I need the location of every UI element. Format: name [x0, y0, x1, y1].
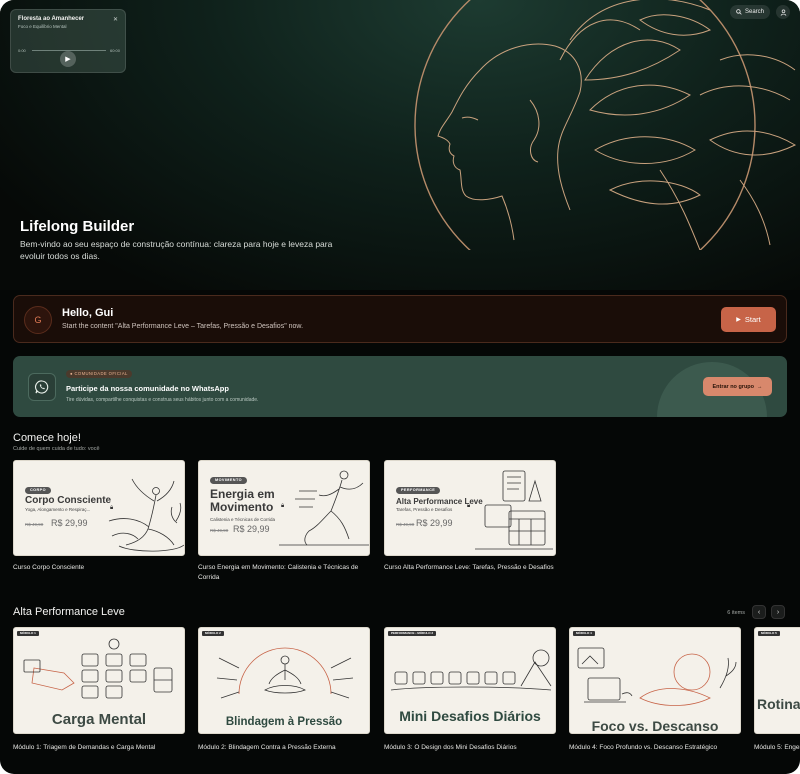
course-category-pill: PERFORMANCE	[396, 487, 441, 494]
module-thumbnail: MÓDULO 2 Blindagem à Pressão	[198, 627, 370, 734]
module-tag: MÓDULO 4	[573, 631, 595, 636]
app-frame: Floresta ao Amanhecer Foco e Equilíbrio …	[0, 0, 800, 774]
page-title: Lifelong Builder	[20, 218, 135, 235]
course-card-movimento[interactable]: MOVIMENTO Energia em Movimento 🔒︎ Calist…	[198, 460, 370, 582]
player-subtitle: Foco e Equilíbrio Mental	[18, 24, 67, 29]
player-time-current: 0:00	[18, 48, 26, 53]
section-title-start-today: Comece hoje!	[13, 432, 81, 444]
module-caption: Módulo 3: O Design dos Mini Desafios Diá…	[384, 744, 517, 751]
start-button-label: Start	[744, 315, 761, 324]
module-title: Rotina	[757, 696, 800, 712]
chevron-right-icon: ›	[776, 608, 780, 616]
start-button[interactable]: ▶ Start	[721, 307, 776, 332]
course-thumbnail: CORPO Corpo Consciente Yoga, Alongamento…	[13, 460, 185, 556]
play-icon: ▶	[736, 317, 741, 323]
module-title: Blindagem à Pressão	[225, 716, 343, 728]
module-card-5[interactable]: MÓDULO 5 Rotina Módulo 5: Engenharia	[754, 627, 800, 753]
course-subtitle: Yoga, Alongamento e Respiraç...	[25, 507, 91, 512]
whatsapp-icon	[28, 373, 56, 401]
course-caption: Curso Alta Performance Leve: Tarefas, Pr…	[384, 564, 554, 571]
avatar: G	[24, 306, 52, 334]
hero-illustration	[414, 0, 797, 250]
community-banner: ● COMUNIDADE OFICIAL Participe da nossa …	[13, 356, 787, 417]
arrow-right-icon: →	[757, 383, 763, 390]
module-card-3[interactable]: PERFORMANCE • MÓDULO 3 Mini Desafios Diá…	[384, 627, 556, 753]
course-old-price: R$ 49,90	[25, 522, 44, 527]
module-title: Carga Mental	[51, 711, 147, 728]
community-title: Participe da nossa comunidade no WhatsAp…	[66, 384, 229, 393]
module-title: Mini Desafios Diários	[399, 708, 541, 724]
course-thumbnail: PERFORMANCE Alta Performance Leve Tarefa…	[384, 460, 556, 556]
section-title-performance: Alta Performance Leve	[13, 606, 125, 618]
course-thumbnail: MOVIMENTO Energia em Movimento 🔒︎ Calist…	[198, 460, 370, 556]
module-tag: PERFORMANCE • MÓDULO 3	[388, 631, 437, 636]
module-caption: Módulo 1: Triagem de Demandas e Carga Me…	[13, 744, 156, 751]
greeting-subtitle: Start the content "Alta Performance Leve…	[62, 323, 304, 330]
search-icon	[736, 9, 742, 15]
user-icon	[780, 9, 786, 16]
carousel-next-button[interactable]: ›	[771, 605, 785, 619]
player-title: Floresta ao Amanhecer	[18, 16, 85, 22]
search-button[interactable]: Search	[729, 5, 770, 19]
course-old-price: R$ 49,90	[396, 522, 415, 527]
module-tag: MÓDULO 2	[202, 631, 224, 636]
course-title: Energia em Movimento	[210, 487, 275, 514]
play-button[interactable]: ▶	[60, 51, 76, 67]
course-card-corpo[interactable]: CORPO Corpo Consciente Yoga, Alongamento…	[13, 460, 185, 573]
course-price: R$ 29,99	[233, 524, 270, 534]
hero-description: Bem-vindo ao seu espaço de construção co…	[20, 239, 333, 261]
module-title: Foco vs. Descanso	[591, 718, 719, 734]
module-caption: Módulo 2: Blindagem Contra a Pressão Ext…	[198, 744, 336, 751]
course-price: R$ 29,99	[416, 518, 453, 528]
course-card-performance[interactable]: PERFORMANCE Alta Performance Leve Tarefa…	[384, 460, 556, 573]
join-group-label: Entrar no grupo	[712, 383, 755, 390]
greeting-card: G Hello, Gui Start the content "Alta Per…	[13, 295, 787, 343]
module-card-2[interactable]: MÓDULO 2 Blindagem à Pressão Módulo 2: B…	[198, 627, 370, 753]
top-actions: Search	[729, 5, 790, 19]
course-old-price: R$ 49,90	[210, 528, 229, 533]
module-thumbnail: MÓDULO 5 Rotina	[754, 627, 800, 734]
module-card-4[interactable]: MÓDULO 4 Foco vs. Descanso Módulo 4: Foc…	[569, 627, 741, 753]
course-title: Corpo Consciente	[25, 495, 112, 506]
module-tag: MÓDULO 5	[758, 631, 780, 636]
close-icon[interactable]: ✕	[113, 16, 118, 23]
user-menu-button[interactable]	[776, 5, 790, 19]
module-card-1[interactable]: MÓDULO 1 Carga Mental Módulo 1: Triagem …	[13, 627, 185, 753]
lock-icon: 🔒︎	[281, 503, 285, 509]
player-time-total: 60:00	[109, 48, 120, 53]
play-icon: ▶	[65, 56, 71, 63]
module-thumbnail: MÓDULO 1 Carga Mental	[13, 627, 185, 734]
module-caption: Módulo 5: Engenharia	[754, 744, 800, 751]
module-thumbnail: MÓDULO 4 Foco vs. Descanso	[569, 627, 741, 734]
course-category-pill: CORPO	[25, 487, 51, 494]
chevron-left-icon: ‹	[757, 608, 761, 616]
section-subtitle-start-today: Cuide de quem cuida de tudo: você	[13, 446, 100, 452]
module-caption: Módulo 4: Foco Profundo vs. Descanso Est…	[569, 744, 718, 751]
course-subtitle: Tarefas, Pressão e Desafios	[396, 507, 453, 512]
greeting-title: Hello, Gui	[62, 307, 114, 319]
join-group-button[interactable]: Entrar no grupo →	[703, 377, 772, 396]
community-subtitle: Tire dúvidas, compartilhe conquistas e c…	[66, 397, 259, 403]
carousel-prev-button[interactable]: ‹	[752, 605, 766, 619]
lock-icon: 🔒︎	[110, 505, 114, 511]
module-thumbnail: PERFORMANCE • MÓDULO 3 Mini Desafios Diá…	[384, 627, 556, 734]
course-caption: Curso Corpo Consciente	[13, 564, 85, 571]
course-subtitle: Calistenia e Técnicas de Corrida	[210, 517, 275, 522]
items-count: 6 items	[727, 610, 745, 616]
search-label: Search	[744, 9, 764, 15]
course-caption: Curso Energia em Movimento: Calistenia e…	[198, 564, 359, 581]
module-tag: MÓDULO 1	[17, 631, 39, 636]
course-price: R$ 29,99	[51, 518, 88, 528]
hero-banner: Floresta ao Amanhecer Foco e Equilíbrio …	[0, 0, 800, 290]
lock-icon: 🔒︎	[467, 503, 471, 509]
course-category-pill: MOVIMENTO	[210, 477, 247, 484]
community-badge: ● COMUNIDADE OFICIAL	[66, 370, 132, 378]
audio-player: Floresta ao Amanhecer Foco e Equilíbrio …	[10, 9, 126, 73]
